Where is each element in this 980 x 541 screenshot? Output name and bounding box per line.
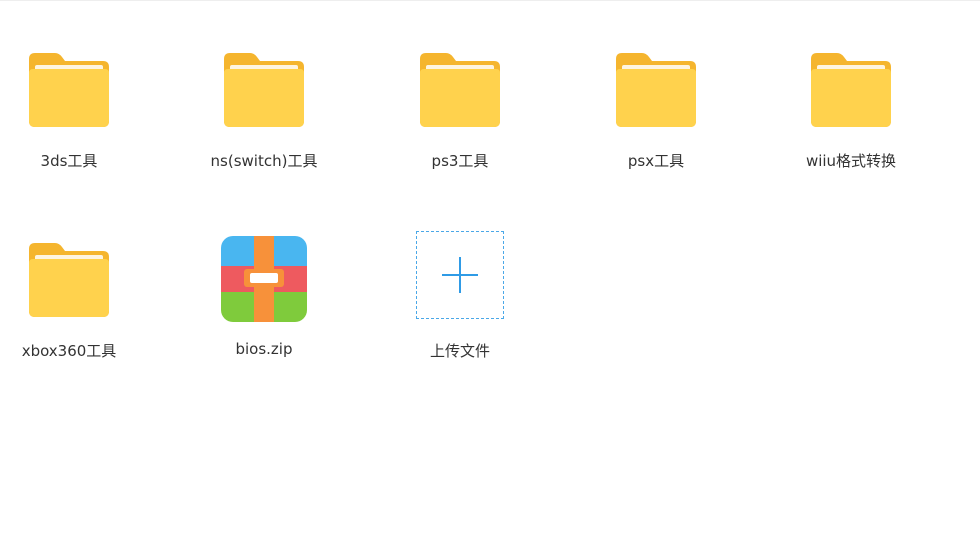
folder-3ds[interactable]: 3ds工具 [0, 43, 149, 193]
upload-file-tile[interactable]: 上传文件 [380, 229, 540, 379]
zip-archive-icon [218, 233, 310, 325]
upload-label: 上传文件 [429, 342, 490, 360]
file-name: ns(switch)工具 [210, 152, 318, 170]
plus-icon [442, 257, 478, 293]
file-name: ps3工具 [431, 152, 489, 170]
file-name: psx工具 [627, 152, 685, 170]
upload-area [414, 229, 506, 321]
folder-icon [414, 43, 506, 135]
folder-xbox360[interactable]: xbox360工具 [0, 233, 149, 383]
folder-icon [610, 43, 702, 135]
folder-icon [23, 233, 115, 325]
file-grid: 3ds工具 ns(switch)工具 ps3工具 psx工具 wiiu格式转换 … [0, 0, 980, 541]
folder-icon [805, 43, 897, 135]
file-name: bios.zip [235, 340, 293, 358]
upload-dropzone[interactable] [416, 231, 504, 319]
folder-icon [218, 43, 310, 135]
folder-psx[interactable]: psx工具 [576, 43, 736, 193]
file-name: 3ds工具 [40, 152, 98, 170]
file-bios-zip[interactable]: bios.zip [184, 233, 344, 383]
file-name: wiiu格式转换 [805, 152, 897, 170]
folder-ns-switch[interactable]: ns(switch)工具 [184, 43, 344, 193]
folder-ps3[interactable]: ps3工具 [380, 43, 540, 193]
file-name: xbox360工具 [21, 342, 117, 360]
folder-icon [23, 43, 115, 135]
folder-wiiu[interactable]: wiiu格式转换 [771, 43, 931, 193]
